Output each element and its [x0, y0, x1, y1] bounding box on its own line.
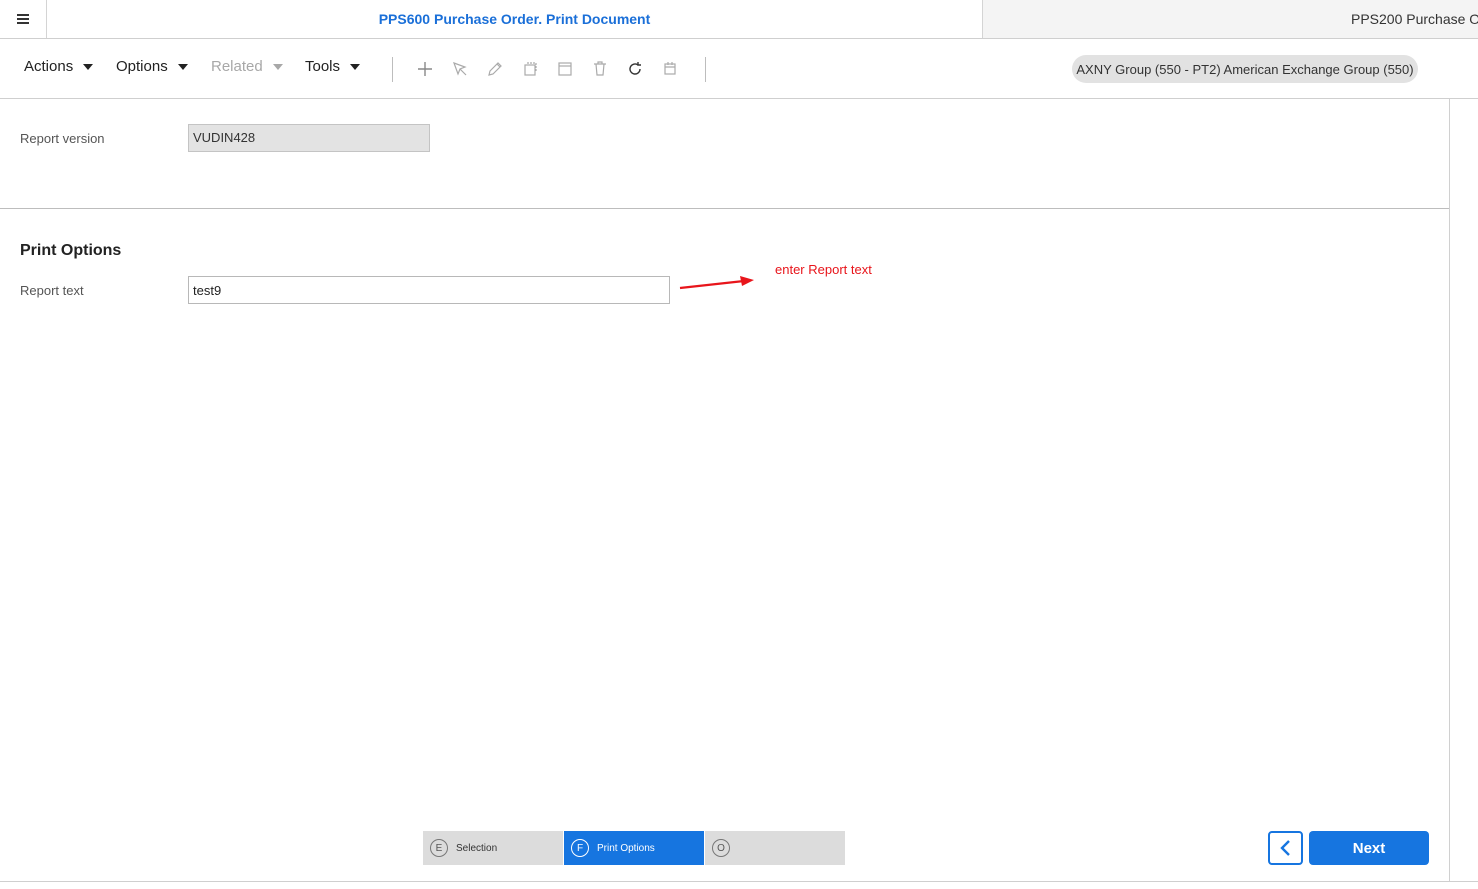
copy-icon[interactable] — [520, 59, 540, 79]
display-icon[interactable] — [555, 59, 575, 79]
section-divider — [0, 208, 1449, 209]
caret-down-icon — [83, 63, 94, 70]
print-options-heading: Print Options — [20, 242, 122, 259]
tab-pps200-title: PPS200 Purchase Order. Open — [1351, 11, 1478, 27]
step-selection[interactable]: E Selection — [423, 831, 563, 865]
bottom-border — [0, 881, 1478, 882]
next-button[interactable]: Next — [1309, 831, 1429, 865]
caret-down-icon — [177, 63, 188, 70]
options-menu[interactable]: Options — [116, 58, 188, 75]
toolbar-divider — [392, 57, 393, 82]
step-label: Selection — [456, 842, 498, 854]
add-icon[interactable] — [415, 59, 435, 79]
report-version-label: Report version — [20, 131, 105, 146]
back-button[interactable] — [1268, 831, 1303, 865]
panel-border — [1449, 99, 1450, 881]
related-menu[interactable]: Related — [211, 58, 283, 75]
annotation-arrow-icon — [679, 276, 754, 290]
company-division-label: AXNY Group (550 - PT2) American Exchange… — [1076, 61, 1414, 77]
report-text-label: Report text — [20, 283, 84, 298]
related-menu-label: Related — [211, 58, 263, 75]
edit-icon[interactable] — [485, 59, 505, 79]
select-icon[interactable] — [450, 59, 470, 79]
report-text-input[interactable] — [188, 276, 670, 304]
chevron-left-icon — [1279, 840, 1290, 856]
report-version-field: VUDIN428 — [188, 124, 430, 152]
calendar-icon[interactable] — [660, 59, 680, 79]
step-label: Print Options — [597, 842, 655, 854]
toolbar-divider — [705, 57, 706, 82]
tools-menu[interactable]: Tools — [305, 58, 361, 75]
company-division-selector[interactable]: AXNY Group (550 - PT2) American Exchange… — [1072, 55, 1418, 83]
tab-pps200[interactable]: PPS200 Purchase Order. Open — [983, 0, 1478, 38]
options-menu-label: Options — [116, 58, 168, 75]
toolbar: Actions Options Related Tools AXNY Group… — [0, 39, 1478, 99]
refresh-icon[interactable] — [625, 59, 645, 79]
tab-bar: PPS600 Purchase Order. Print Document PP… — [0, 0, 1478, 39]
annotation-text: enter Report text — [775, 262, 872, 277]
tab-pps600-title: PPS600 Purchase Order. Print Document — [378, 11, 651, 27]
caret-down-icon — [350, 63, 361, 70]
menu-icon — [17, 14, 29, 24]
tab-pps600[interactable]: PPS600 Purchase Order. Print Document — [47, 0, 983, 38]
step-letter: O — [712, 839, 730, 857]
delete-icon[interactable] — [590, 59, 610, 79]
actions-menu-label: Actions — [24, 58, 74, 75]
caret-down-icon — [272, 63, 283, 70]
hamburger-menu-button[interactable] — [0, 0, 47, 38]
tools-menu-label: Tools — [305, 58, 341, 75]
step-letter: E — [430, 839, 448, 857]
actions-menu[interactable]: Actions — [24, 58, 94, 75]
step-print-options[interactable]: F Print Options — [564, 831, 704, 865]
step-letter: F — [571, 839, 589, 857]
step-o[interactable]: O — [705, 831, 845, 865]
